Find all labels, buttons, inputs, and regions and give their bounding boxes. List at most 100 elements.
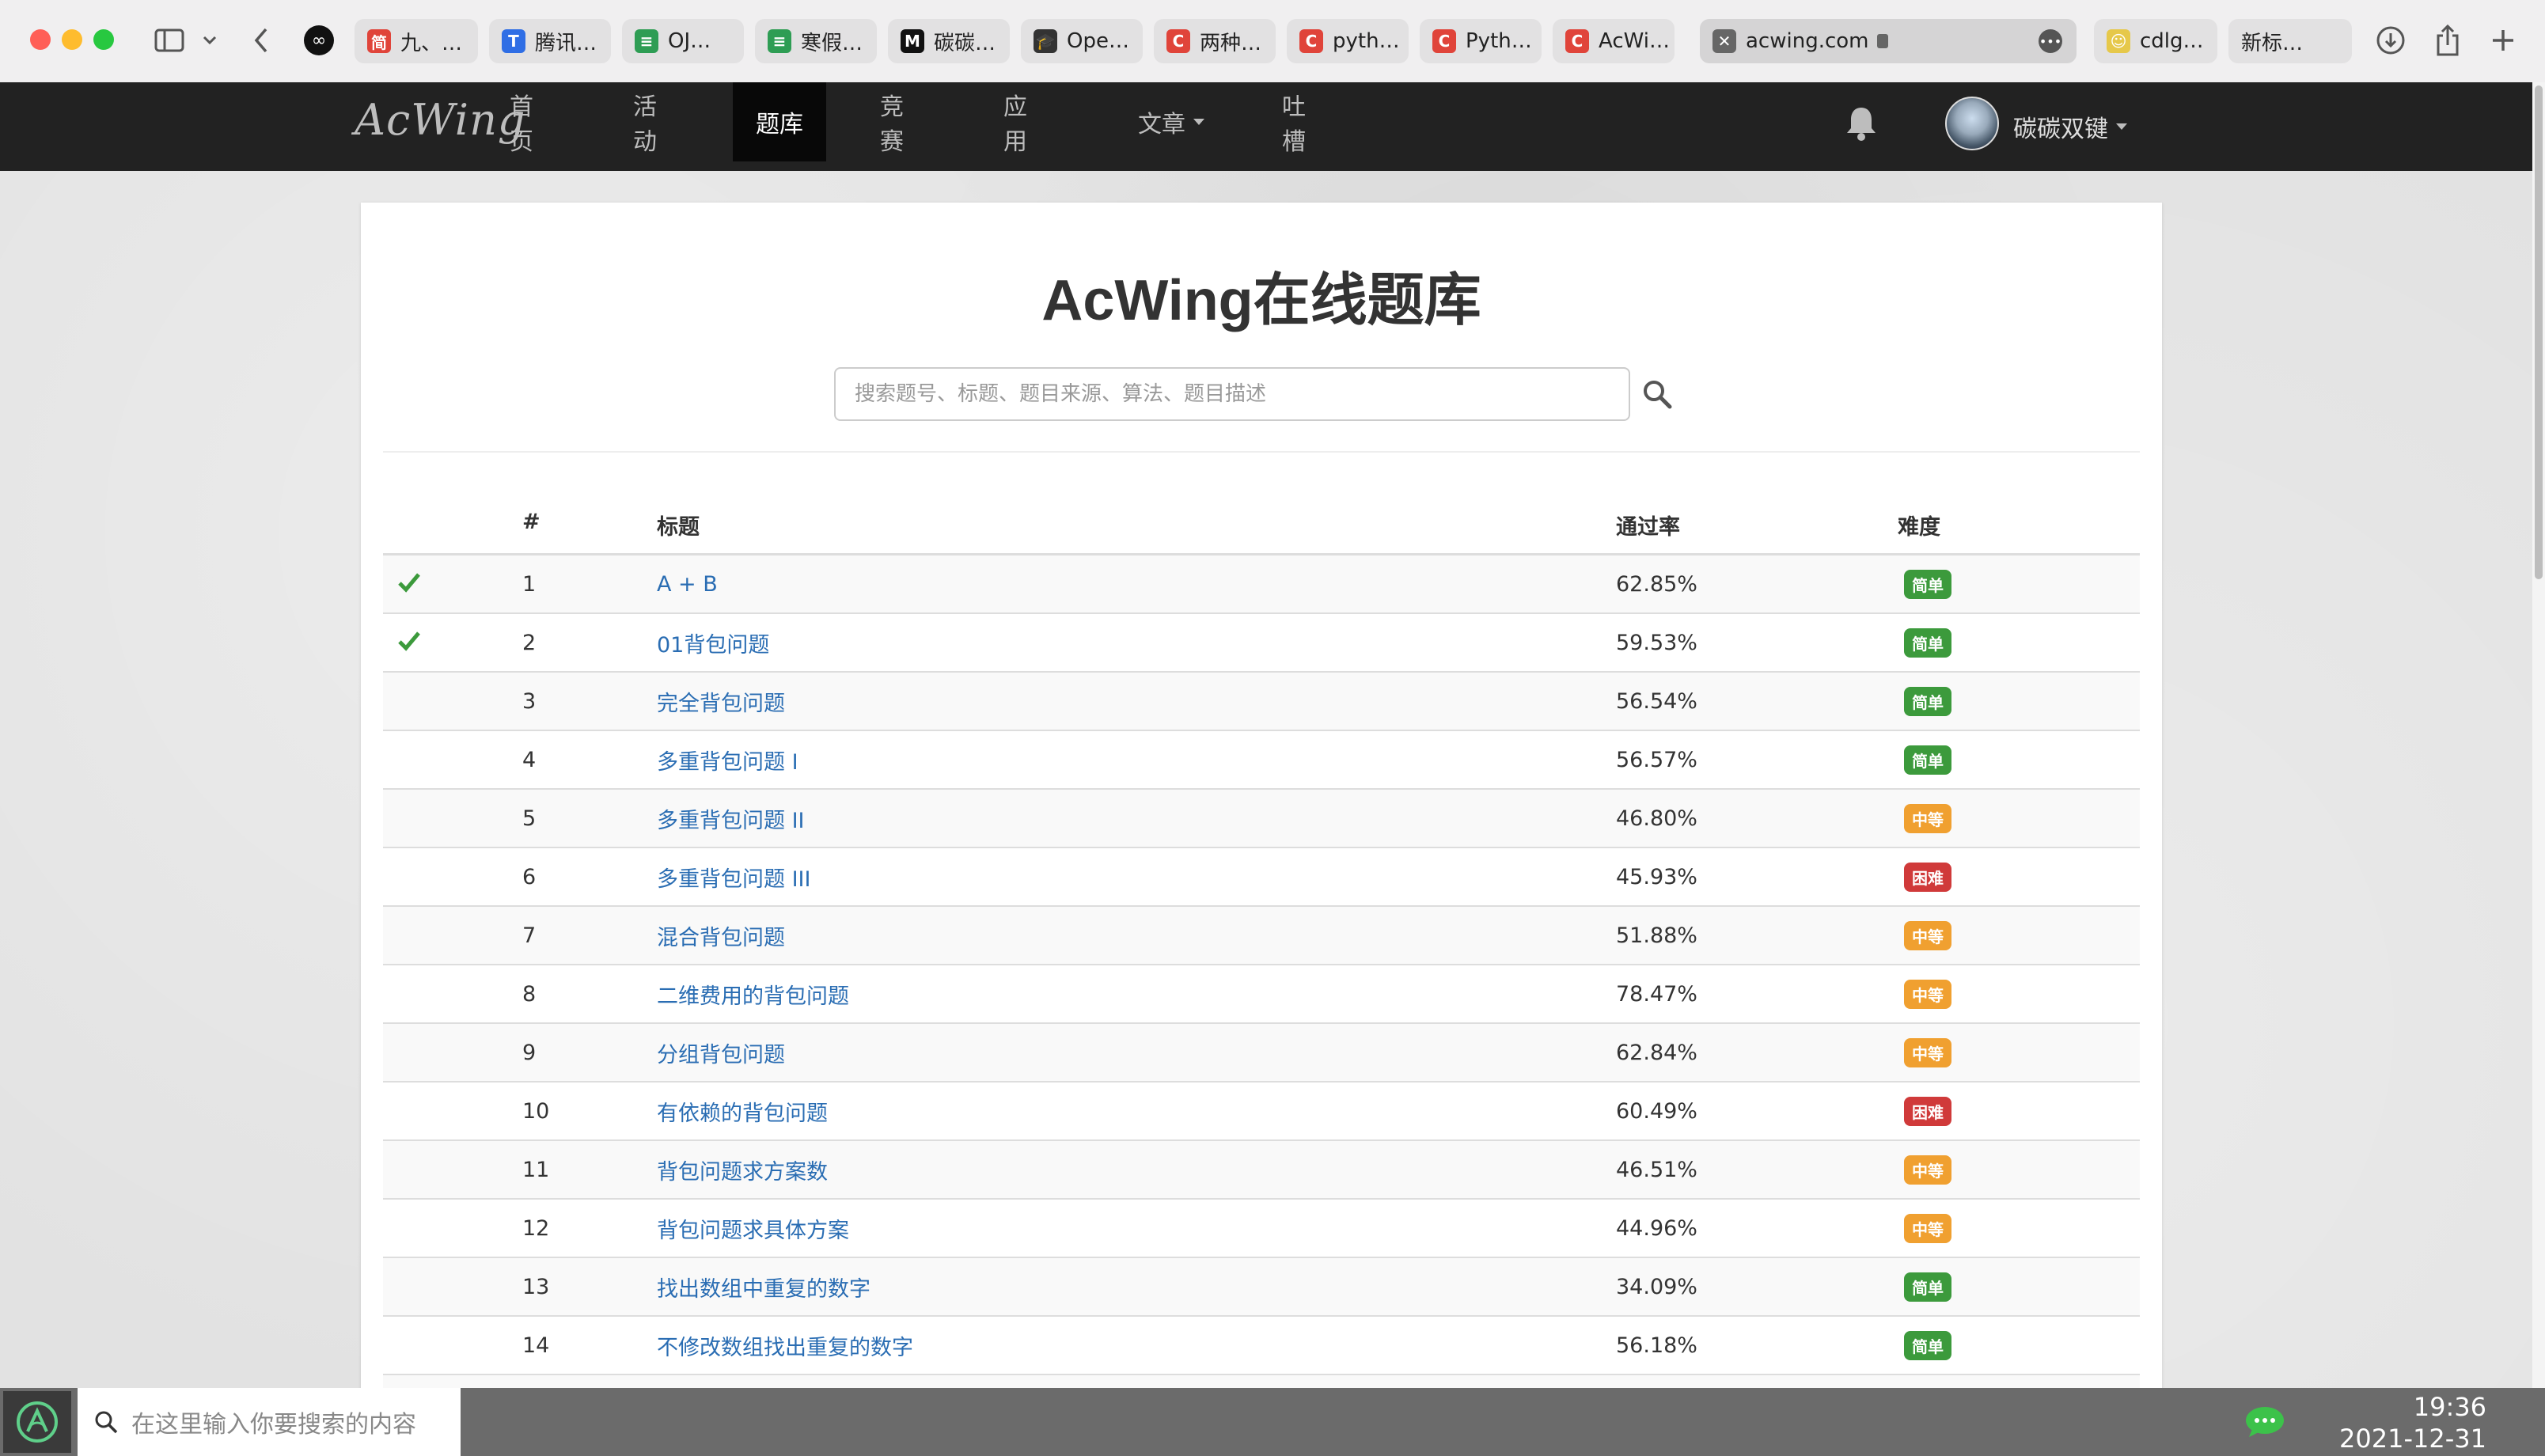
problem-title-link[interactable]: 多重背包问题 II xyxy=(657,790,805,847)
difficulty-badge: 简单 xyxy=(1904,745,1951,775)
difficulty-badge: 中等 xyxy=(1904,920,1951,950)
difficulty-badge: 简单 xyxy=(1904,628,1951,658)
tab-favicon-icon: 🎓 xyxy=(1034,29,1057,53)
browser-tab[interactable]: Cpyth… xyxy=(1287,19,1409,63)
search-icon[interactable] xyxy=(1641,378,1673,410)
problem-title-link[interactable]: A + B xyxy=(657,555,718,612)
more-options-icon[interactable]: ••• xyxy=(2039,29,2062,53)
problem-id: 3 xyxy=(522,688,537,714)
problem-title-link[interactable]: 多重背包问题 III xyxy=(657,848,810,905)
difficulty-badge: 简单 xyxy=(1904,686,1951,716)
nav-item[interactable]: 首页 xyxy=(491,82,573,161)
browser-tab[interactable]: M 碳碳… xyxy=(888,19,1010,63)
table-row: 10 有依赖的背包问题 60.49% 困难 xyxy=(383,1083,2140,1141)
difficulty-cell: 中等 xyxy=(1904,1141,1951,1198)
difficulty-badge: 中等 xyxy=(1904,979,1951,1009)
nav-item[interactable]: 活动 xyxy=(614,82,696,161)
problem-id: 12 xyxy=(522,1215,550,1241)
extension-infinity-icon[interactable]: ∞ xyxy=(301,22,337,59)
browser-tab[interactable]: 简九、… xyxy=(355,19,478,63)
site-navbar: AcWing 首页 活动 题库 竞赛 应用 文章 吐槽 碳碳双键 xyxy=(0,82,2532,171)
problem-title-link[interactable]: 分组背包问题 xyxy=(657,1024,785,1081)
clock[interactable]: 19:36 2021-12-31 xyxy=(2339,1391,2486,1454)
tab-label: 九、… xyxy=(400,31,463,55)
table-row: 5 多重背包问题 II 46.80% 中等 xyxy=(383,790,2140,848)
column-header-difficulty: 难度 xyxy=(1898,515,1940,540)
browser-tab[interactable]: C AcWi… xyxy=(1553,19,1675,63)
user-menu[interactable]: 碳碳双键 xyxy=(2013,109,2127,144)
chat-icon[interactable] xyxy=(2244,1405,2285,1439)
table-row: 4 多重背包问题 I 56.57% 简单 xyxy=(383,731,2140,790)
problem-id: 1 xyxy=(522,571,537,597)
problem-id: 13 xyxy=(522,1274,550,1299)
table-row: 12 背包问题求具体方案 44.96% 中等 xyxy=(383,1200,2140,1258)
tab-label: 寒假… xyxy=(801,31,863,55)
difficulty-cell: 中等 xyxy=(1904,907,1951,964)
browser-tab[interactable]: C 两种… xyxy=(1154,19,1276,63)
difficulty-cell: 中等 xyxy=(1904,1024,1951,1081)
problem-search-input[interactable] xyxy=(834,367,1630,421)
browser-tab[interactable]: ☺ cdlg… xyxy=(2094,19,2217,63)
browser-tab[interactable]: ≡ OJ… xyxy=(622,19,744,63)
browser-tab[interactable]: ≡ 寒假… xyxy=(755,19,877,63)
tab-label: cdlg… xyxy=(2140,29,2204,53)
table-row: 13 找出数组中重复的数字 34.09% 简单 xyxy=(383,1258,2140,1317)
nav-item[interactable]: 应用 xyxy=(984,82,1067,161)
problem-title-link[interactable]: 背包问题求方案数 xyxy=(657,1141,828,1198)
nav-item[interactable]: 文章 xyxy=(1108,82,1235,161)
start-button[interactable] xyxy=(3,1391,71,1453)
problem-title-link[interactable]: 二维费用的背包问题 xyxy=(657,965,849,1022)
back-arrow-icon[interactable] xyxy=(245,22,277,59)
table-header: # 标题 通过率 难度 xyxy=(383,500,2140,555)
problem-title-link[interactable]: 完全背包问题 xyxy=(657,673,785,730)
download-icon[interactable] xyxy=(2372,22,2409,59)
problem-title-link[interactable]: 多重背包问题 I xyxy=(657,731,798,788)
username-label: 碳碳双键 xyxy=(2013,116,2108,143)
browser-tab[interactable]: 新标… xyxy=(2228,19,2352,63)
nav-item-label: 吐槽 xyxy=(1282,93,1306,156)
difficulty-badge: 简单 xyxy=(1904,1330,1951,1360)
clock-time: 19:36 xyxy=(2413,1392,2486,1422)
column-header-num: # xyxy=(522,510,540,534)
nav-item[interactable]: 吐槽 xyxy=(1263,82,1345,161)
tab-label: 腾讯… xyxy=(535,31,597,55)
problem-title-link[interactable]: 有依赖的背包问题 xyxy=(657,1083,828,1139)
nav-item[interactable]: 竞赛 xyxy=(861,82,943,161)
problem-title-link[interactable]: 不修改数组找出重复的数字 xyxy=(657,1317,913,1374)
table-row: 14 不修改数组找出重复的数字 56.18% 简单 xyxy=(383,1317,2140,1375)
problem-id: 10 xyxy=(522,1098,550,1124)
minimize-window-button[interactable] xyxy=(62,29,82,50)
tab-favicon-icon: 简 xyxy=(367,29,391,53)
share-icon[interactable] xyxy=(2429,22,2466,59)
problem-title-link[interactable]: 找出数组中重复的数字 xyxy=(657,1258,870,1315)
browser-tab[interactable]: T 腾讯… xyxy=(489,19,611,63)
chevron-down-icon[interactable] xyxy=(198,22,222,59)
problem-id: 14 xyxy=(522,1333,550,1358)
problem-bank-panel: AcWing在线题库 # 标题 通过率 难度 1 A + B 62.85% 简单 2 01… xyxy=(361,203,2162,1434)
close-window-button[interactable] xyxy=(30,29,51,50)
page-scrollbar[interactable] xyxy=(2532,82,2545,1388)
problem-title-link[interactable]: 背包问题求具体方案 xyxy=(657,1200,849,1257)
browser-tab[interactable]: 🎓 Ope… xyxy=(1021,19,1143,63)
problem-id: 2 xyxy=(522,630,537,655)
pass-rate: 78.47% xyxy=(1616,981,1697,1007)
scrollbar-thumb[interactable] xyxy=(2535,85,2543,579)
pass-rate: 56.18% xyxy=(1616,1333,1697,1358)
pass-rate: 62.85% xyxy=(1616,571,1697,597)
avatar[interactable] xyxy=(1945,97,1999,150)
problem-title-link[interactable]: 混合背包问题 xyxy=(657,907,785,964)
problem-title-link[interactable]: 01背包问题 xyxy=(657,614,769,671)
tab-favicon-icon: T xyxy=(502,29,525,53)
sidebar-toggle-icon[interactable] xyxy=(152,22,187,59)
browser-tab[interactable]: ✕ acwing.com ••• xyxy=(1700,19,2077,63)
tab-favicon-icon: ≡ xyxy=(768,29,791,53)
zoom-window-button[interactable] xyxy=(93,29,114,50)
table-row: 11 背包问题求方案数 46.51% 中等 xyxy=(383,1141,2140,1200)
bell-icon[interactable] xyxy=(1844,104,1879,142)
taskbar-search-box[interactable]: 在这里输入你要搜索的内容 xyxy=(78,1388,461,1456)
difficulty-badge: 中等 xyxy=(1904,1213,1951,1243)
nav-item-label: 竞赛 xyxy=(880,93,904,156)
browser-tab[interactable]: C Pyth… xyxy=(1420,19,1542,63)
nav-item[interactable]: 题库 xyxy=(733,82,826,161)
new-tab-plus-icon[interactable] xyxy=(2485,22,2521,59)
